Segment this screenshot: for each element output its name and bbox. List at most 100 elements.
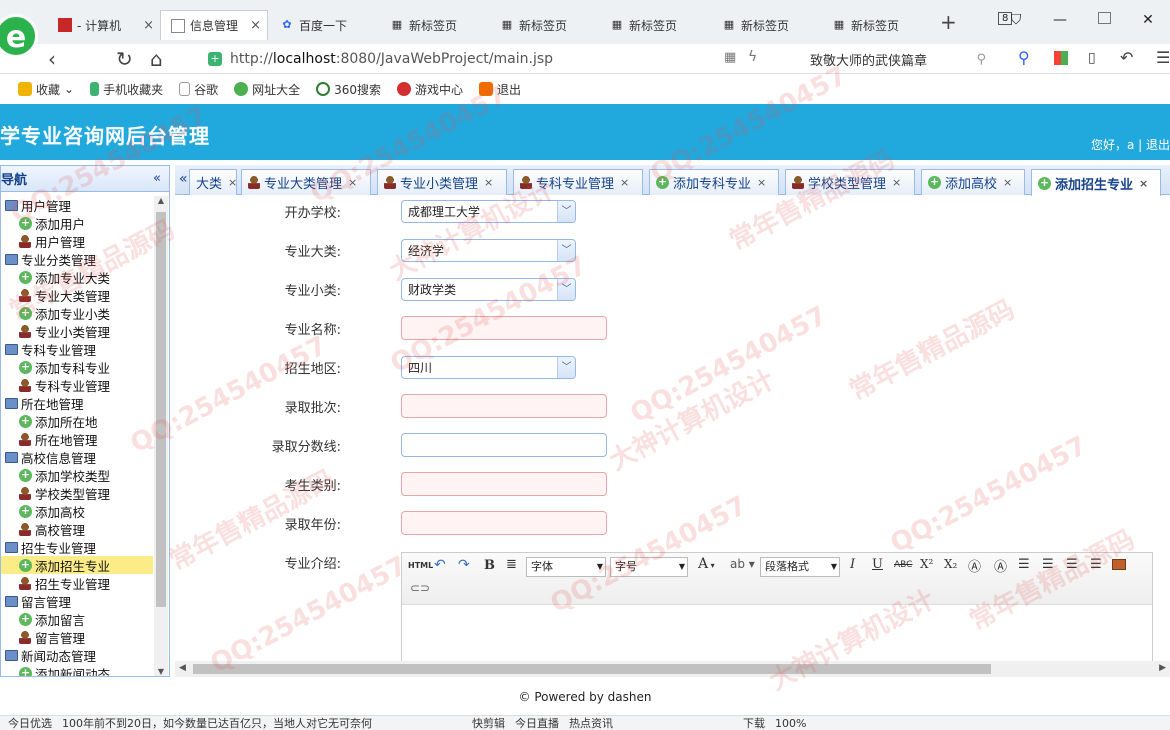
content-tab[interactable]: + 添加专科专业 × xyxy=(649,169,779,195)
major-name-input[interactable] xyxy=(401,316,607,340)
close-icon[interactable]: × xyxy=(892,176,901,189)
scrollbar-thumb[interactable] xyxy=(156,212,166,607)
close-icon[interactable]: × xyxy=(143,18,154,33)
tree-leaf[interactable]: 专科专业管理 xyxy=(1,376,153,394)
major-big-select[interactable]: 经济学 ﹀ xyxy=(401,239,576,262)
tree-group[interactable]: 招生专业管理 xyxy=(1,538,153,556)
align-center-icon[interactable]: ☰ xyxy=(1066,557,1078,572)
paragraph-select[interactable]: 段落格式 ▼ xyxy=(760,557,840,577)
close-window-button[interactable]: ✕ xyxy=(1126,12,1170,28)
font-family-select[interactable]: 字体 ▼ xyxy=(526,557,606,577)
status-item[interactable]: 下载 xyxy=(743,716,765,730)
tree-leaf[interactable]: 所在地管理 xyxy=(1,430,153,448)
browser-tab[interactable]: ▦ 新标签页 xyxy=(712,10,822,40)
content-tab[interactable]: 专科专业管理 × xyxy=(513,169,643,195)
collapse-icon[interactable]: « xyxy=(153,171,161,186)
bookmark-item[interactable]: 游戏中心 xyxy=(397,81,463,98)
tree-leaf[interactable]: 学校类型管理 xyxy=(1,484,153,502)
tree-leaf[interactable]: + 添加所在地 xyxy=(1,412,153,430)
tree-leaf[interactable]: + 添加专业小类 xyxy=(1,304,153,322)
highlight-icon[interactable]: ab ▾ xyxy=(730,557,755,571)
tree-leaf[interactable]: + 添加新闻动态 xyxy=(1,664,153,676)
status-item[interactable]: 快剪辑 xyxy=(472,716,505,730)
tree-group[interactable]: 留言管理 xyxy=(1,592,153,610)
tree-leaf[interactable]: 高校管理 xyxy=(1,520,153,538)
content-h-scrollbar[interactable]: ◀ ▶ xyxy=(175,661,1170,677)
content-tab[interactable]: + 添加招生专业 × xyxy=(1031,169,1161,196)
content-tab[interactable]: 专业大类管理 × xyxy=(241,169,371,195)
text-direction-icon[interactable]: Ⓐ xyxy=(994,556,1007,575)
status-item[interactable]: 热点资讯 xyxy=(569,716,613,730)
bookmark-item[interactable]: 收藏 ⌄ xyxy=(18,81,74,98)
italic-button[interactable]: I xyxy=(850,557,855,572)
bookmark-item[interactable]: 谷歌 xyxy=(179,81,218,98)
region-select[interactable]: 四川 ﹀ xyxy=(401,356,576,379)
shirt-icon[interactable]: ⛉ xyxy=(994,12,1038,28)
scroll-right-icon[interactable]: ▶ xyxy=(1159,663,1166,673)
chevron-down-icon[interactable]: ﹀ xyxy=(557,279,575,300)
bookmark-item[interactable]: 网址大全 xyxy=(234,81,300,98)
home-button[interactable]: ⌂ xyxy=(150,44,163,74)
tree-leaf[interactable]: + 添加招生专业 xyxy=(1,556,153,574)
undo-icon[interactable]: ↶ xyxy=(434,557,446,573)
content-tab[interactable]: 学校类型管理 × xyxy=(785,169,915,195)
reader-icon[interactable]: ▯ xyxy=(1088,50,1096,66)
rich-text-editor[interactable]: HTML ↶ ↷ B ≣ 字体 ▼ 字号 ▼ A ▾ ab ▾ 段落格式 ▼ I U … xyxy=(401,552,1153,661)
chevron-down-icon[interactable]: ﹀ xyxy=(557,201,575,222)
browser-tab[interactable]: ▦ 新标签页 xyxy=(490,10,600,40)
back-button[interactable]: ‹ xyxy=(48,44,56,74)
redo-icon[interactable]: ↷ xyxy=(458,557,470,573)
batch-input[interactable] xyxy=(401,394,607,418)
score-input[interactable] xyxy=(401,433,607,457)
subscript-button[interactable]: X₂ xyxy=(944,557,957,571)
chevron-down-icon[interactable]: ﹀ xyxy=(557,357,575,378)
link-icon[interactable]: ⊂⊃ xyxy=(410,581,430,595)
grid-icon[interactable]: ▦ xyxy=(724,50,736,65)
browser-tab[interactable]: - 计算机 × xyxy=(48,10,160,40)
year-input[interactable] xyxy=(401,511,607,535)
superscript-button[interactable]: X² xyxy=(920,557,933,571)
tree-leaf[interactable]: + 添加专科专业 xyxy=(1,358,153,376)
tree-leaf[interactable]: 招生专业管理 xyxy=(1,574,153,592)
student-type-input[interactable] xyxy=(401,472,607,496)
tree-leaf[interactable]: + 添加高校 xyxy=(1,502,153,520)
undo-icon[interactable]: ↶ xyxy=(1120,48,1133,67)
school-select[interactable]: 成都理工大学 ﹀ xyxy=(401,200,576,223)
tree-leaf[interactable]: + 添加用户 xyxy=(1,214,153,232)
browser-tab[interactable]: ▦ 新标签页 xyxy=(600,10,710,40)
status-item[interactable]: 今日直播 xyxy=(515,716,559,730)
align-justify-icon[interactable]: ☰ xyxy=(1090,557,1102,572)
scroll-left-icon[interactable]: ◀ xyxy=(179,663,186,673)
tree-leaf[interactable]: + 添加专业大类 xyxy=(1,268,153,286)
major-small-select[interactable]: 财政学类 ﹀ xyxy=(401,278,576,301)
minimize-button[interactable]: — xyxy=(1038,12,1082,28)
search-icon[interactable]: ⚲ xyxy=(1018,48,1030,67)
image-icon[interactable] xyxy=(1112,559,1126,570)
close-icon[interactable]: × xyxy=(484,176,493,189)
align-right-icon[interactable]: ☰ xyxy=(1042,557,1054,572)
tree-leaf[interactable]: 专业小类管理 xyxy=(1,322,153,340)
apps-icon[interactable] xyxy=(1054,51,1068,65)
format-icon[interactable]: ≣ xyxy=(506,557,517,572)
close-icon[interactable]: × xyxy=(250,18,261,33)
sidebar-scrollbar[interactable]: ▲ ▼ xyxy=(154,196,168,676)
bookmark-item[interactable]: 退出 xyxy=(479,81,521,98)
html-source-button[interactable]: HTML xyxy=(408,561,433,570)
status-item[interactable]: 今日优选 xyxy=(8,716,52,730)
tree-group[interactable]: 专业分类管理 xyxy=(1,250,153,268)
status-item[interactable]: 100% xyxy=(775,717,806,730)
close-icon[interactable]: × xyxy=(1003,176,1012,189)
underline-button[interactable]: U xyxy=(872,557,883,572)
content-tab[interactable]: 大类 × xyxy=(189,169,237,195)
tree-group[interactable]: 新闻动态管理 xyxy=(1,646,153,664)
font-size-select[interactable]: 字号 ▼ xyxy=(610,557,688,577)
user-greeting[interactable]: 您好，a | 退出 xyxy=(1091,136,1170,153)
bookmark-item[interactable]: 手机收藏夹 xyxy=(90,81,163,98)
status-item[interactable]: 100年前不到20日，如今数量已达百亿只，当地人对它无可奈何 xyxy=(62,716,372,730)
menu-icon[interactable]: ☰ xyxy=(1156,48,1170,67)
font-color-button[interactable]: A ▾ xyxy=(698,556,715,572)
tabs-scroll-left-button[interactable]: « xyxy=(179,171,188,187)
tree-leaf[interactable]: + 添加学校类型 xyxy=(1,466,153,484)
maximize-button[interactable] xyxy=(1082,12,1126,28)
browser-tab[interactable]: ▦ 新标签页 xyxy=(380,10,490,40)
